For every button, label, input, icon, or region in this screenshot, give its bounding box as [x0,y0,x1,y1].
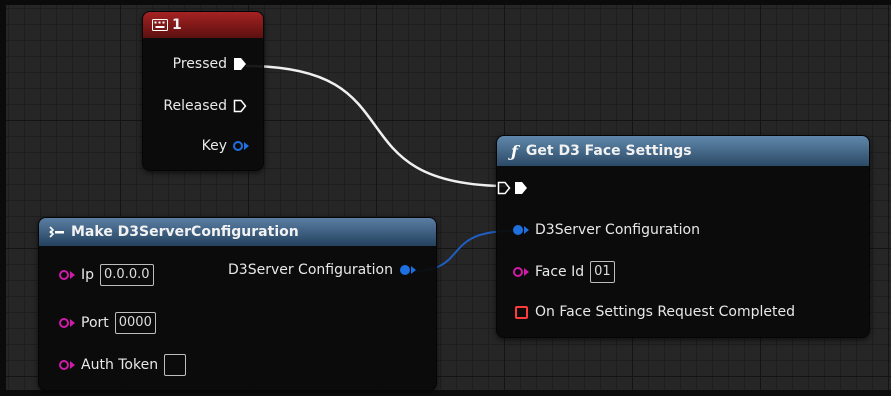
completed-pin-row[interactable]: On Face Settings Request Completed [515,304,795,320]
face-id-pin-row[interactable]: Face Id 01 [513,261,615,283]
port-string-pin-icon[interactable] [59,318,75,328]
pressed-pin-row[interactable]: Pressed [173,56,247,72]
config-output-label: D3Server Configuration [228,262,393,278]
function-icon: ƒ [511,141,518,161]
config-label: D3Server Configuration [535,222,700,238]
pressed-exec-pin-icon[interactable] [233,57,247,71]
released-label: Released [163,98,227,114]
config-struct-pin-icon[interactable] [513,225,529,235]
config-input-pin-row[interactable]: D3Server Configuration [513,222,700,238]
face-id-input[interactable]: 01 [590,261,615,283]
auth-token-string-pin-icon[interactable] [59,360,75,370]
make-config-title: Make D3ServerConfiguration [71,224,299,240]
key-struct-pin-icon[interactable] [233,141,249,151]
pressed-label: Pressed [172,56,227,72]
auth-token-pin-row[interactable]: Auth Token [59,354,187,376]
make-struct-icon [49,226,64,238]
released-exec-pin-icon[interactable] [233,99,247,113]
exec-wire [245,64,509,188]
port-pin-row[interactable]: Port 0000 [59,312,156,334]
key-event-node[interactable]: 1 Pressed Released Key [142,11,264,171]
ip-input[interactable]: 0.0.0.0 [100,264,154,286]
port-label: Port [81,315,109,331]
make-config-node[interactable]: Make D3ServerConfiguration Ip 0.0.0.0 Po… [38,217,437,391]
completed-label: On Face Settings Request Completed [535,304,795,320]
exec-input-pin-icon[interactable] [514,181,528,195]
released-pin-row[interactable]: Released [163,98,247,114]
key-event-header[interactable]: 1 [143,12,263,38]
exec-output-pin-icon[interactable] [497,181,511,195]
config-output-struct-pin-icon[interactable] [400,265,416,275]
face-id-string-pin-icon[interactable] [513,267,529,277]
face-id-label: Face Id [535,264,585,280]
config-output-pin-row[interactable]: D3Server Configuration [228,262,416,278]
keyboard-icon [152,19,168,31]
make-config-header[interactable]: Make D3ServerConfiguration [39,218,436,246]
get-face-settings-header[interactable]: ƒ Get D3 Face Settings [497,136,869,166]
get-face-settings-node[interactable]: ƒ Get D3 Face Settings D3Server Configur… [496,135,870,338]
key-label: Key [201,138,227,154]
auth-token-input[interactable] [164,354,187,376]
key-pin-row[interactable]: Key [202,138,249,154]
ip-string-pin-icon[interactable] [59,270,75,280]
port-input[interactable]: 0000 [114,312,156,334]
auth-token-label: Auth Token [81,357,159,373]
ip-pin-row[interactable]: Ip 0.0.0.0 [59,264,154,286]
delegate-pin-icon[interactable] [515,305,528,319]
get-face-settings-title: Get D3 Face Settings [525,143,692,159]
key-event-title: 1 [172,17,182,33]
ip-label: Ip [81,267,95,283]
